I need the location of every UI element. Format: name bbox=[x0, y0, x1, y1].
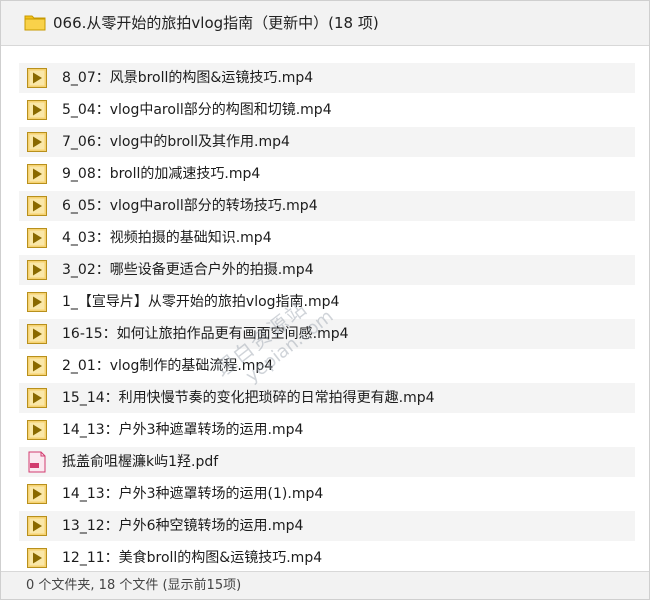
play-file-icon bbox=[27, 100, 47, 120]
status-bar: 0 个文件夹, 18 个文件 (显示前15项) bbox=[1, 571, 649, 599]
file-row[interactable]: 6_05：vlog中aroll部分的转场技巧.mp4 bbox=[19, 191, 635, 221]
file-row[interactable]: 14_13：户外3种遮罩转场的运用.mp4 bbox=[19, 415, 635, 445]
file-name: 16-15：如何让旅拍作品更有画面空间感.mp4 bbox=[62, 326, 349, 342]
file-name: 5_04：vlog中aroll部分的构图和切镜.mp4 bbox=[62, 102, 332, 118]
file-name: 6_05：vlog中aroll部分的转场技巧.mp4 bbox=[62, 198, 318, 214]
file-name: 1_【宣导片】从零开始的旅拍vlog指南.mp4 bbox=[62, 294, 340, 310]
status-text: 0 个文件夹, 18 个文件 (显示前15项) bbox=[26, 578, 242, 593]
play-file-icon bbox=[27, 484, 47, 504]
file-name: 13_12：户外6种空镜转场的运用.mp4 bbox=[62, 518, 304, 534]
play-file-icon bbox=[27, 260, 47, 280]
title-bar: 066.从零开始的旅拍vlog指南（更新中）(18 项) bbox=[1, 1, 649, 46]
file-name: 9_08：broll的加减速技巧.mp4 bbox=[62, 166, 261, 182]
file-row[interactable]: 3_02：哪些设备更适合户外的拍摄.mp4 bbox=[19, 255, 635, 285]
file-name: 3_02：哪些设备更适合户外的拍摄.mp4 bbox=[62, 262, 314, 278]
play-file-icon bbox=[27, 356, 47, 376]
file-name: 12_11：美食broll的构图&运镜技巧.mp4 bbox=[62, 550, 323, 566]
play-file-icon bbox=[27, 516, 47, 536]
play-file-icon bbox=[27, 420, 47, 440]
file-name: 14_13：户外3种遮罩转场的运用(1).mp4 bbox=[62, 486, 324, 502]
file-name: 4_03：视频拍摄的基础知识.mp4 bbox=[62, 230, 272, 246]
file-name: 7_06：vlog中的broll及其作用.mp4 bbox=[62, 134, 290, 150]
file-row[interactable]: 15_14：利用快慢节奏的变化把琐碎的日常拍得更有趣.mp4 bbox=[19, 383, 635, 413]
file-name: 2_01：vlog制作的基础流程.mp4 bbox=[62, 358, 274, 374]
file-row[interactable]: 14_13：户外3种遮罩转场的运用(1).mp4 bbox=[19, 479, 635, 509]
file-row[interactable]: 12_11：美食broll的构图&运镜技巧.mp4 bbox=[19, 543, 635, 571]
play-file-icon bbox=[27, 324, 47, 344]
file-row[interactable]: 4_03：视频拍摄的基础知识.mp4 bbox=[19, 223, 635, 253]
play-file-icon bbox=[27, 196, 47, 216]
file-row[interactable]: 1_【宣导片】从零开始的旅拍vlog指南.mp4 bbox=[19, 287, 635, 317]
file-row[interactable]: 7_06：vlog中的broll及其作用.mp4 bbox=[19, 127, 635, 157]
file-row[interactable]: 8_07：风景broll的构图&运镜技巧.mp4 bbox=[19, 63, 635, 93]
file-row[interactable]: 5_04：vlog中aroll部分的构图和切镜.mp4 bbox=[19, 95, 635, 125]
file-row[interactable]: 16-15：如何让旅拍作品更有画面空间感.mp4 bbox=[19, 319, 635, 349]
play-file-icon bbox=[27, 548, 47, 568]
file-row[interactable]: 13_12：户外6种空镜转场的运用.mp4 bbox=[19, 511, 635, 541]
play-file-icon bbox=[27, 132, 47, 152]
file-list[interactable]: 8_07：风景broll的构图&运镜技巧.mp4 5_04：vlog中aroll部… bbox=[1, 63, 649, 571]
pdf-file-icon bbox=[28, 451, 46, 473]
file-name: 8_07：风景broll的构图&运镜技巧.mp4 bbox=[62, 70, 314, 86]
play-file-icon bbox=[27, 228, 47, 248]
file-row[interactable]: 抵盖俞咀楃濂k屿1羟.pdf bbox=[19, 447, 635, 477]
file-name: 14_13：户外3种遮罩转场的运用.mp4 bbox=[62, 422, 304, 438]
play-file-icon bbox=[27, 164, 47, 184]
play-file-icon bbox=[27, 388, 47, 408]
file-name: 抵盖俞咀楃濂k屿1羟.pdf bbox=[62, 454, 219, 470]
folder-icon bbox=[24, 15, 46, 31]
file-browser-window: 066.从零开始的旅拍vlog指南（更新中）(18 项) 8_07：风景brol… bbox=[0, 0, 650, 600]
play-file-icon bbox=[27, 68, 47, 88]
file-name: 15_14：利用快慢节奏的变化把琐碎的日常拍得更有趣.mp4 bbox=[62, 390, 435, 406]
window-title: 066.从零开始的旅拍vlog指南（更新中）(18 项) bbox=[53, 14, 379, 32]
play-file-icon bbox=[27, 292, 47, 312]
file-row[interactable]: 9_08：broll的加减速技巧.mp4 bbox=[19, 159, 635, 189]
file-row[interactable]: 2_01：vlog制作的基础流程.mp4 bbox=[19, 351, 635, 381]
